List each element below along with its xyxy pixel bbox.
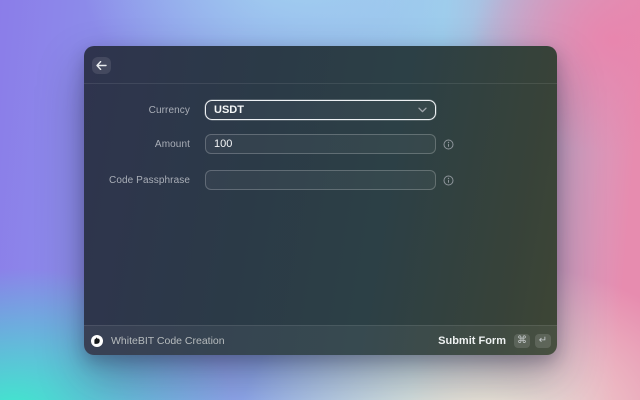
- whitebit-code-creation-window: Currency USDT Amount Code Passphr: [84, 46, 557, 355]
- form-area: Currency USDT Amount Code Passphr: [84, 84, 557, 325]
- command-key-icon: ⌘: [514, 333, 530, 348]
- form-row-code-passphrase: Code Passphrase: [84, 170, 557, 190]
- return-key-icon: ↵: [535, 333, 551, 348]
- currency-selected-value: USDT: [214, 104, 244, 116]
- window-header: [84, 46, 557, 84]
- chevron-down-icon: [418, 107, 427, 113]
- window-footer: WhiteBIT Code Creation Submit Form ⌘ ↵: [84, 325, 557, 355]
- info-icon[interactable]: [443, 139, 454, 150]
- currency-dropdown[interactable]: USDT: [205, 100, 436, 120]
- form-row-currency: Currency USDT: [84, 100, 557, 120]
- arrow-left-icon: [96, 58, 107, 73]
- app-name: WhiteBIT Code Creation: [111, 334, 225, 347]
- submit-form-action[interactable]: Submit Form ⌘ ↵: [438, 333, 551, 348]
- amount-label: Amount: [154, 138, 190, 150]
- desktop-background: Currency USDT Amount Code Passphr: [0, 0, 640, 400]
- info-icon[interactable]: [443, 175, 454, 186]
- back-button[interactable]: [92, 57, 111, 74]
- currency-label: Currency: [148, 104, 190, 116]
- submit-form-label: Submit Form: [438, 334, 506, 347]
- code-passphrase-label: Code Passphrase: [109, 174, 190, 186]
- amount-input[interactable]: [205, 134, 436, 154]
- whitebit-logo-icon: [91, 334, 103, 347]
- form-row-amount: Amount: [84, 134, 557, 154]
- code-passphrase-input[interactable]: [205, 170, 436, 190]
